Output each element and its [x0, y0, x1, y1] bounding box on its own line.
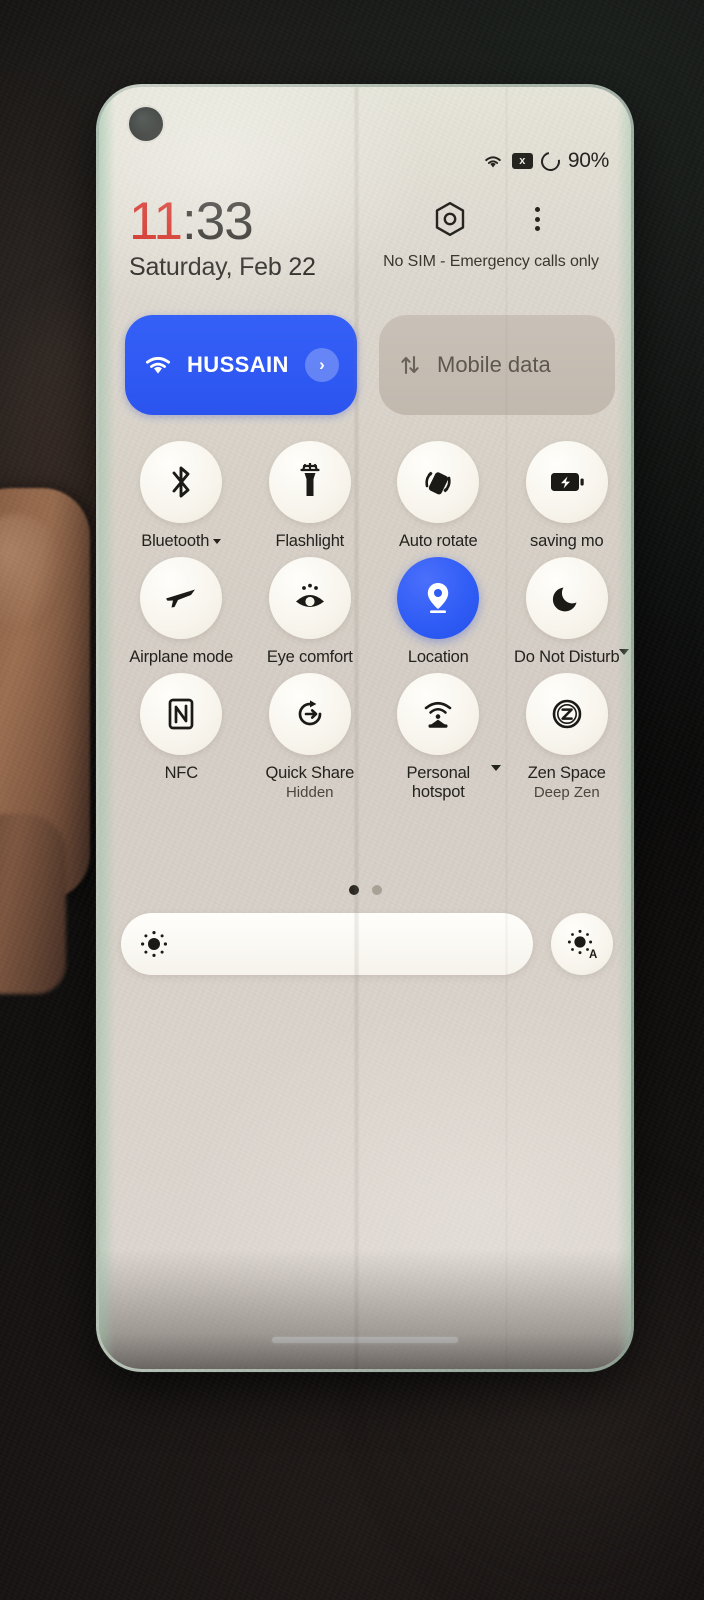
- airplane-icon: [166, 589, 196, 608]
- eye-comfort-icon: [295, 583, 324, 608]
- tile-sublabel: Hidden: [285, 784, 334, 802]
- tile-bluetooth[interactable]: Bluetooth: [117, 441, 246, 551]
- quick-share-icon: [298, 700, 322, 726]
- tile-icon-circle: [397, 557, 480, 640]
- tile-icon-circle: [140, 441, 223, 523]
- battery-percent-label: 90%: [567, 149, 609, 172]
- clock-minutes: :33: [182, 192, 254, 251]
- tile-zen-space[interactable]: Zen Space Deep Zen: [503, 673, 632, 802]
- tile-label: Quick Share: [265, 764, 355, 783]
- nfc-icon: [168, 698, 194, 730]
- status-bar: x 90%: [482, 147, 609, 175]
- chevron-down-icon[interactable]: [619, 649, 629, 656]
- photo-scene: x 90% 11:33 Saturday, Feb 22 No SIM - Em…: [0, 0, 704, 1600]
- wifi-icon: [143, 354, 173, 377]
- chevron-down-icon[interactable]: [213, 539, 222, 545]
- tile-icon-circle: [525, 673, 608, 756]
- tile-label: Do Not Disturb: [514, 648, 620, 667]
- tile-icon-circle: [525, 557, 608, 640]
- tile-label: Flashlight: [275, 532, 345, 550]
- tile-icon-circle: [397, 441, 480, 523]
- brightness-sun-icon: [141, 931, 167, 957]
- clock-date: Saturday, Feb 22: [129, 253, 316, 281]
- tile-icon-circle: [140, 557, 223, 640]
- header-right: No SIM - Emergency calls only: [377, 195, 605, 282]
- auto-brightness-icon: A: [567, 929, 597, 961]
- location-pin-icon: [428, 583, 449, 614]
- tile-label: Eye comfort: [266, 648, 353, 667]
- tile-label: Personal hotspot: [406, 764, 471, 802]
- tile-label: Location: [407, 648, 469, 667]
- tile-label: Airplane mode: [129, 648, 234, 667]
- settings-gear-icon[interactable]: [433, 201, 467, 237]
- tile-location[interactable]: Location: [374, 557, 503, 667]
- tile-flashlight[interactable]: Flashlight: [246, 441, 375, 551]
- kebab-dot: [534, 207, 540, 212]
- chevron-down-icon[interactable]: [490, 765, 501, 772]
- clock-hours: 11: [129, 192, 183, 251]
- tile-eye-comfort[interactable]: Eye comfort: [246, 557, 375, 667]
- moon-icon: [552, 587, 577, 612]
- wifi-pill[interactable]: HUSSAIN ›: [125, 315, 357, 415]
- zen-space-icon: [552, 699, 582, 729]
- overflow-menu-icon[interactable]: [525, 203, 549, 235]
- tile-label: Auto rotate: [398, 532, 478, 550]
- screen-bottom-shadow: [99, 1249, 631, 1369]
- tile-icon-circle: [140, 673, 223, 756]
- punch-hole-camera: [129, 107, 163, 141]
- tile-personal-hotspot[interactable]: Personal hotspot: [374, 673, 503, 802]
- data-transfer-icon: [397, 352, 423, 378]
- wifi-icon: [485, 155, 501, 168]
- tile-battery-saving-mode[interactable]: saving mo: [503, 441, 632, 551]
- tile-icon-circle: [268, 441, 351, 523]
- clock-block: 11:33 Saturday, Feb 22: [129, 195, 377, 282]
- tile-sublabel: Deep Zen: [533, 784, 600, 802]
- flashlight-icon: [300, 463, 320, 496]
- brightness-slider[interactable]: [121, 913, 533, 975]
- battery-saver-icon: [550, 473, 584, 491]
- tile-label: Bluetooth: [141, 532, 222, 551]
- clock-time: 11:33: [129, 195, 377, 248]
- page-dot-active[interactable]: [348, 885, 359, 895]
- svg-text:A: A: [589, 949, 597, 961]
- phone-device: x 90% 11:33 Saturday, Feb 22 No SIM - Em…: [96, 84, 634, 1372]
- kebab-dot: [534, 226, 540, 231]
- quick-settings-header: 11:33 Saturday, Feb 22 No SIM - Emergenc…: [99, 195, 631, 282]
- thumb-nail: [0, 514, 64, 634]
- sim-status-label: No SIM - Emergency calls only: [383, 253, 599, 270]
- tile-icon-circle: [397, 673, 480, 756]
- header-actions: [433, 201, 549, 237]
- tile-do-not-disturb[interactable]: Do Not Disturb: [503, 557, 632, 667]
- tile-label: NFC: [164, 764, 199, 783]
- tile-auto-rotate[interactable]: Auto rotate: [374, 441, 503, 551]
- gesture-navigation-bar[interactable]: [272, 1337, 458, 1343]
- chevron-right-icon[interactable]: ›: [305, 348, 339, 382]
- page-indicator[interactable]: [99, 885, 631, 895]
- tile-nfc[interactable]: NFC: [117, 673, 246, 802]
- brightness-row: A: [121, 913, 613, 975]
- auto-brightness-button[interactable]: A: [551, 913, 613, 975]
- tile-label: Zen Space: [527, 764, 606, 783]
- tile-quick-share[interactable]: Quick Share Hidden: [246, 673, 375, 802]
- no-sim-x-icon: x: [511, 153, 533, 169]
- bluetooth-icon: [172, 466, 190, 498]
- phone-screen: x 90% 11:33 Saturday, Feb 22 No SIM - Em…: [99, 87, 631, 1369]
- hotspot-icon: [424, 702, 452, 729]
- tile-airplane-mode[interactable]: Airplane mode: [117, 557, 246, 667]
- tile-icon-circle: [268, 557, 351, 640]
- auto-rotate-icon: [425, 471, 451, 495]
- hand-thumb: [0, 488, 90, 900]
- kebab-dot: [534, 216, 540, 222]
- tile-label: saving mo: [530, 532, 604, 550]
- tile-icon-circle: [268, 673, 351, 756]
- connectivity-pill-row: HUSSAIN › Mobile data: [125, 315, 615, 415]
- page-dot[interactable]: [371, 885, 382, 895]
- tile-icon-circle: [525, 441, 608, 523]
- mobile-data-pill[interactable]: Mobile data: [379, 315, 615, 415]
- wifi-network-name: HUSSAIN: [187, 352, 289, 377]
- battery-ring-icon: [537, 147, 564, 175]
- mobile-data-label: Mobile data: [437, 352, 551, 377]
- quick-settings-tile-grid: Bluetooth Flashlight Auto rotate saving …: [117, 441, 631, 803]
